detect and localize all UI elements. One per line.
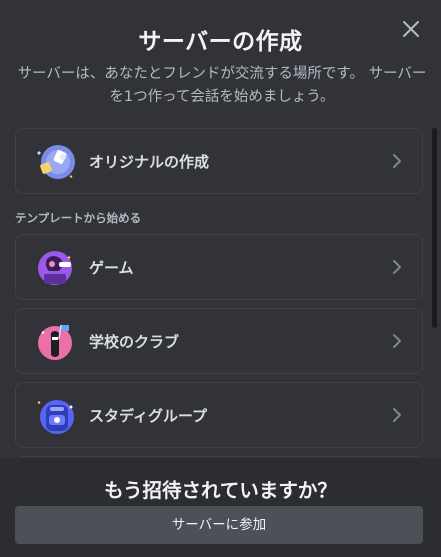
chevron-right-icon bbox=[393, 334, 401, 348]
school-club-art-icon bbox=[38, 324, 72, 360]
footer: もう招待されていますか？ サーバーに参加 bbox=[0, 458, 441, 557]
scrollbar-thumb[interactable] bbox=[432, 128, 437, 328]
footer-title: もう招待されていますか？ bbox=[104, 479, 337, 502]
gaming-art-icon bbox=[38, 251, 72, 285]
modal-description: サーバーは、あなたとフレンドが交流する場所です。 サーバーを1つ作って会話を始め… bbox=[17, 66, 427, 105]
join-server-button[interactable]: サーバーに参加 bbox=[15, 506, 423, 544]
chevron-right-icon bbox=[393, 154, 401, 168]
study-group-art-icon bbox=[37, 400, 74, 434]
template-option-gaming[interactable]: ゲーム bbox=[15, 234, 423, 300]
join-server-label: サーバーに参加 bbox=[171, 517, 267, 533]
template-label: スタディグループ bbox=[89, 407, 208, 425]
create-own-label: オリジナルの作成 bbox=[89, 153, 210, 171]
create-own-server-option[interactable]: オリジナルの作成 bbox=[15, 128, 423, 194]
template-label: ゲーム bbox=[89, 259, 134, 277]
template-label: 学校のクラブ bbox=[89, 333, 180, 351]
modal-title: サーバーの作成 bbox=[138, 29, 303, 55]
template-option-study-group[interactable]: スタディグループ bbox=[15, 382, 423, 448]
chevron-right-icon bbox=[393, 408, 401, 422]
chevron-right-icon bbox=[393, 260, 401, 274]
template-option-school-club[interactable]: 学校のクラブ bbox=[15, 308, 423, 374]
create-server-modal: サーバーの作成 サーバーは、あなたとフレンドが交流する場所です。 サーバーを1つ… bbox=[0, 0, 441, 557]
create-server-art-icon bbox=[37, 145, 75, 179]
template-section-label: テンプレートから始める bbox=[15, 211, 142, 225]
